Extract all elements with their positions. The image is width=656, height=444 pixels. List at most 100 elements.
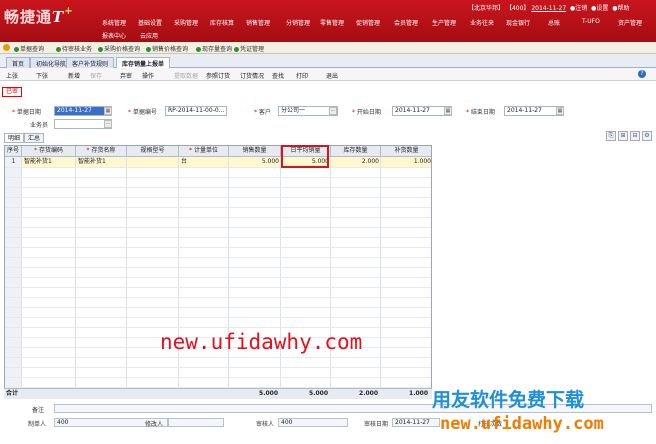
tab-bar: 首页 初始化导航 客户补货规则 库存销量上报单 — [0, 54, 656, 68]
settings-icon[interactable]: ⚙ — [642, 131, 652, 141]
menu-item[interactable]: 总账 — [548, 18, 560, 27]
menu-item[interactable]: 业务往来 — [470, 18, 494, 27]
toolbar-button[interactable]: 下张 — [36, 71, 48, 80]
status-date[interactable]: 2014-11-27 — [531, 5, 566, 12]
menu-item[interactable]: 系统管理 — [102, 18, 126, 27]
grid-column-line — [228, 146, 229, 398]
toolbar-button[interactable]: 提取数据 — [174, 71, 198, 80]
tab-0[interactable]: 首页 — [6, 57, 31, 68]
menu-item[interactable]: T-UFO — [582, 18, 600, 25]
settings-link[interactable]: 设置 — [596, 5, 608, 12]
table-cell[interactable]: 智能补货1 — [76, 157, 127, 167]
detail-grid: 序号 * 存货编码 * 存货名称 规格型号 * 计量单位 销售数量 日平均销量 库存数量 补货数… — [4, 145, 432, 399]
toolbar-button[interactable]: 查找 — [272, 71, 284, 80]
grid-row-line — [5, 187, 431, 188]
doc-date-label: * 单据日期 — [12, 109, 41, 116]
menu-item[interactable]: 促销管理 — [356, 18, 380, 27]
toolbar-button[interactable]: 订货情况 — [240, 71, 264, 80]
quick-link-label: 单据查询 — [20, 46, 45, 53]
toolbar-button[interactable]: 新增 — [68, 71, 80, 80]
end-date-field[interactable]: 2014-11-27 — [504, 106, 564, 116]
grid-header-cell[interactable]: * 存货名称 — [76, 146, 127, 157]
brand-watermark: 用友软件免费下载 — [432, 389, 585, 411]
grid-row-line — [5, 277, 431, 278]
quick-link-label: 待审核业务 — [62, 46, 93, 53]
quick-link[interactable]: 采购价格查询 — [98, 44, 140, 53]
menu-item[interactable]: 库存核算 — [210, 18, 234, 27]
menu-item[interactable]: 现金银行 — [506, 18, 530, 27]
table-cell[interactable]: 5.000 — [229, 157, 281, 167]
quick-link[interactable]: 销售价格查询 — [146, 44, 188, 53]
doc-no-field[interactable]: RP-2014-11-00-0... — [165, 106, 227, 116]
auditor-label: 审核人 — [256, 421, 275, 428]
copy-icon[interactable]: ⎘ — [606, 131, 616, 141]
table-cell[interactable]: 2.000 — [331, 157, 381, 167]
quick-link[interactable]: 凭证管理 — [234, 44, 264, 53]
dot-icon — [234, 47, 239, 52]
grid-row-line — [5, 207, 431, 208]
tab-3[interactable]: 库存销量上报单 — [116, 57, 171, 68]
menu-item[interactable]: 采购管理 — [174, 18, 198, 27]
quick-link[interactable]: 待审核业务 — [56, 44, 92, 53]
menu-item[interactable]: 生产管理 — [432, 18, 456, 27]
quickbar-toggle-icon[interactable] — [3, 44, 10, 51]
menu-item[interactable]: 基础设置 — [138, 18, 162, 27]
start-date-field[interactable]: 2014-11-27 — [392, 106, 452, 116]
menu-item[interactable]: 销售管理 — [246, 18, 270, 27]
table-cell[interactable]: 智能补货1 — [22, 157, 76, 167]
total-sales-qty: 5.000 — [259, 390, 278, 397]
logout-link[interactable]: 注销 — [575, 5, 587, 12]
help-link[interactable]: 帮助 — [617, 5, 629, 12]
modifier-field — [168, 418, 224, 427]
modifier-label: 修改人 — [145, 421, 164, 428]
table-cell[interactable]: 1.000 — [381, 157, 431, 167]
logo-text: 畅捷通 — [4, 8, 53, 26]
delete-row-icon[interactable]: ⊟ — [630, 131, 640, 141]
grid-header-cell[interactable]: 序号 — [5, 146, 22, 157]
toolbar-button[interactable]: 退出 — [326, 71, 338, 80]
menu-item[interactable]: 云应用 — [140, 31, 158, 40]
grid-row-line — [5, 357, 431, 358]
tab-detail[interactable]: 明细 — [4, 133, 25, 143]
grid-row-line — [5, 307, 431, 308]
menu-item[interactable]: 分销管理 — [286, 18, 310, 27]
grid-header-cell[interactable]: 补货数量 — [381, 146, 431, 157]
help-icon[interactable]: ? — [638, 70, 646, 78]
quick-link[interactable]: 单据查询 — [14, 44, 44, 53]
brand-url-watermark: new.ufidawhy.com — [440, 414, 604, 434]
tab-2[interactable]: 客户补货规则 — [66, 57, 115, 68]
remark-label: 备注 — [32, 407, 45, 414]
grid-header-cell[interactable]: 库存数量 — [331, 146, 381, 157]
table-cell[interactable]: 台 — [179, 157, 229, 167]
menu-item[interactable]: 会员管理 — [394, 18, 418, 27]
totals-row: 合计 5.000 5.000 2.000 1.000 — [4, 388, 432, 399]
toolbar-button[interactable]: 弃审 — [120, 71, 132, 80]
header-label: 计量单位 — [193, 147, 218, 154]
dot-icon — [196, 47, 201, 52]
grid-column-line — [380, 146, 381, 398]
grid-header-cell[interactable]: * 计量单位 — [179, 146, 229, 157]
toolbar-button[interactable]: 参照订货 — [206, 71, 230, 80]
menu-item[interactable]: 报表中心 — [102, 31, 126, 40]
end-date-label: * 结束日期 — [466, 109, 495, 116]
grid-header-cell[interactable]: 规格型号 — [127, 146, 179, 157]
calendar-icon[interactable]: ▦ — [444, 107, 452, 115]
doc-no-label: * 单据编号 — [128, 109, 157, 116]
grid-header-cell[interactable]: 销售数量 — [229, 146, 281, 157]
tab-summary[interactable]: 汇总 — [24, 133, 45, 143]
calendar-icon[interactable]: ▦ — [104, 107, 112, 115]
menu-item[interactable]: 资产管理 — [618, 18, 642, 27]
toolbar-button[interactable]: 保存 — [90, 71, 102, 80]
toolbar-button[interactable]: 上张 — [6, 71, 18, 80]
lookup-icon[interactable]: ⋯ — [329, 107, 337, 115]
quick-link[interactable]: 现存量查询 — [196, 44, 232, 53]
grid-header-cell[interactable]: * 存货编码 — [22, 146, 76, 157]
insert-row-icon[interactable]: ⊞ — [618, 131, 628, 141]
table-cell[interactable] — [127, 157, 179, 167]
toolbar-button[interactable]: 操作 — [142, 71, 154, 80]
menu-item[interactable]: 零售管理 — [320, 18, 344, 27]
calendar-icon[interactable]: ▦ — [556, 107, 564, 115]
grid-column-line — [280, 146, 281, 398]
lookup-icon[interactable]: ⋯ — [104, 120, 112, 128]
toolbar-button[interactable]: 打印 — [296, 71, 308, 80]
